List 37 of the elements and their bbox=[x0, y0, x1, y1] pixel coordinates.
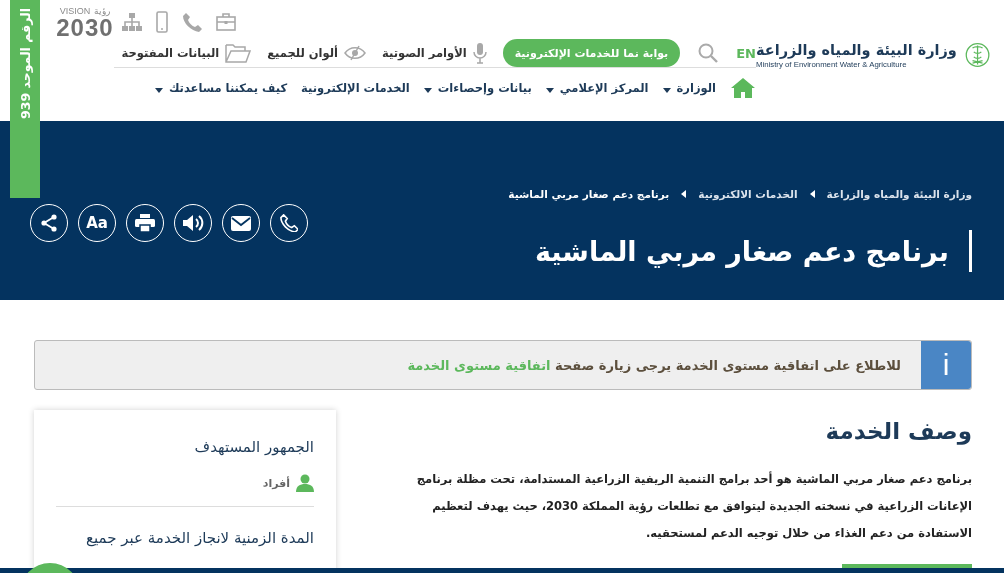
share-icon bbox=[40, 214, 58, 232]
home-icon[interactable] bbox=[730, 77, 756, 99]
nav-menu-item[interactable]: بيانات وإحصاءات bbox=[423, 81, 532, 95]
breadcrumb-item[interactable]: وزارة البيئة والمياه والزراعة bbox=[826, 188, 972, 200]
nav-menu-item[interactable]: المركز الإعلامي bbox=[545, 81, 649, 95]
search-icon[interactable] bbox=[698, 43, 719, 63]
person-icon bbox=[296, 474, 314, 492]
nav-menu-item[interactable]: كيف يمكننا مساعدتك bbox=[154, 81, 288, 95]
notice-text: للاطلاع على اتفاقية مستوى الخدمة يرجى زيارة صفحة اتفاقية مستوى الخدمة bbox=[407, 357, 901, 373]
toolbar-link[interactable]: ألوان للجميع bbox=[267, 46, 338, 60]
description-text: برنامج دعم صغار مربي الماشية هو أحد برامج التنمية الريفية الزراعية المستدامة، تحت مظلة برنامج الإعانات الزراعية في نسخته الجديدة ليتوافق مع تطلعات رؤية المملكة 2030، حيث يهدف لتعظيم الاستفادة من دعم الغذاء من خلال توجيه الدعم لمستحقيه. bbox=[415, 470, 972, 543]
mail-icon bbox=[231, 215, 251, 231]
mobile-icon[interactable] bbox=[155, 10, 168, 33]
microphone-icon bbox=[472, 42, 487, 64]
toolbar-link[interactable]: الأوامر الصوتية bbox=[382, 46, 467, 60]
breadcrumb-arrow-icon bbox=[681, 190, 687, 198]
sitemap-icon[interactable] bbox=[121, 11, 142, 32]
nav-menu-item[interactable]: الوزارة bbox=[662, 81, 716, 95]
info-icon: i bbox=[921, 341, 971, 389]
eye-slash-icon bbox=[344, 45, 366, 61]
section-heading: وصف الخدمة bbox=[824, 418, 972, 444]
printer-icon bbox=[135, 214, 155, 232]
phone-icon[interactable] bbox=[181, 11, 202, 32]
audience-label: أفراد bbox=[262, 476, 290, 490]
folder-icon bbox=[225, 43, 252, 63]
card-heading: المدة الزمنية لانجاز الخدمة عبر جميع bbox=[85, 529, 314, 547]
ministry-name: وزارة البيئة والمياه والزراعة bbox=[756, 41, 957, 58]
speaker-icon bbox=[182, 214, 204, 232]
page-title: برنامج دعم صغار مربي الماشية bbox=[534, 235, 949, 267]
card-heading: الجمهور المستهدف bbox=[193, 438, 314, 456]
briefcase-icon[interactable] bbox=[215, 12, 236, 31]
nav-menu-item[interactable]: الخدمات الإلكترونية bbox=[301, 81, 410, 95]
phone-icon bbox=[280, 214, 298, 232]
breadcrumb-arrow-icon bbox=[809, 190, 815, 198]
breadcrumb-item[interactable]: الخدمات الالكترونية bbox=[698, 188, 798, 200]
toolbar-link[interactable]: البيانات المفتوحة bbox=[121, 46, 220, 60]
breadcrumb-item: برنامج دعم صغار مربي الماشية bbox=[508, 188, 670, 200]
